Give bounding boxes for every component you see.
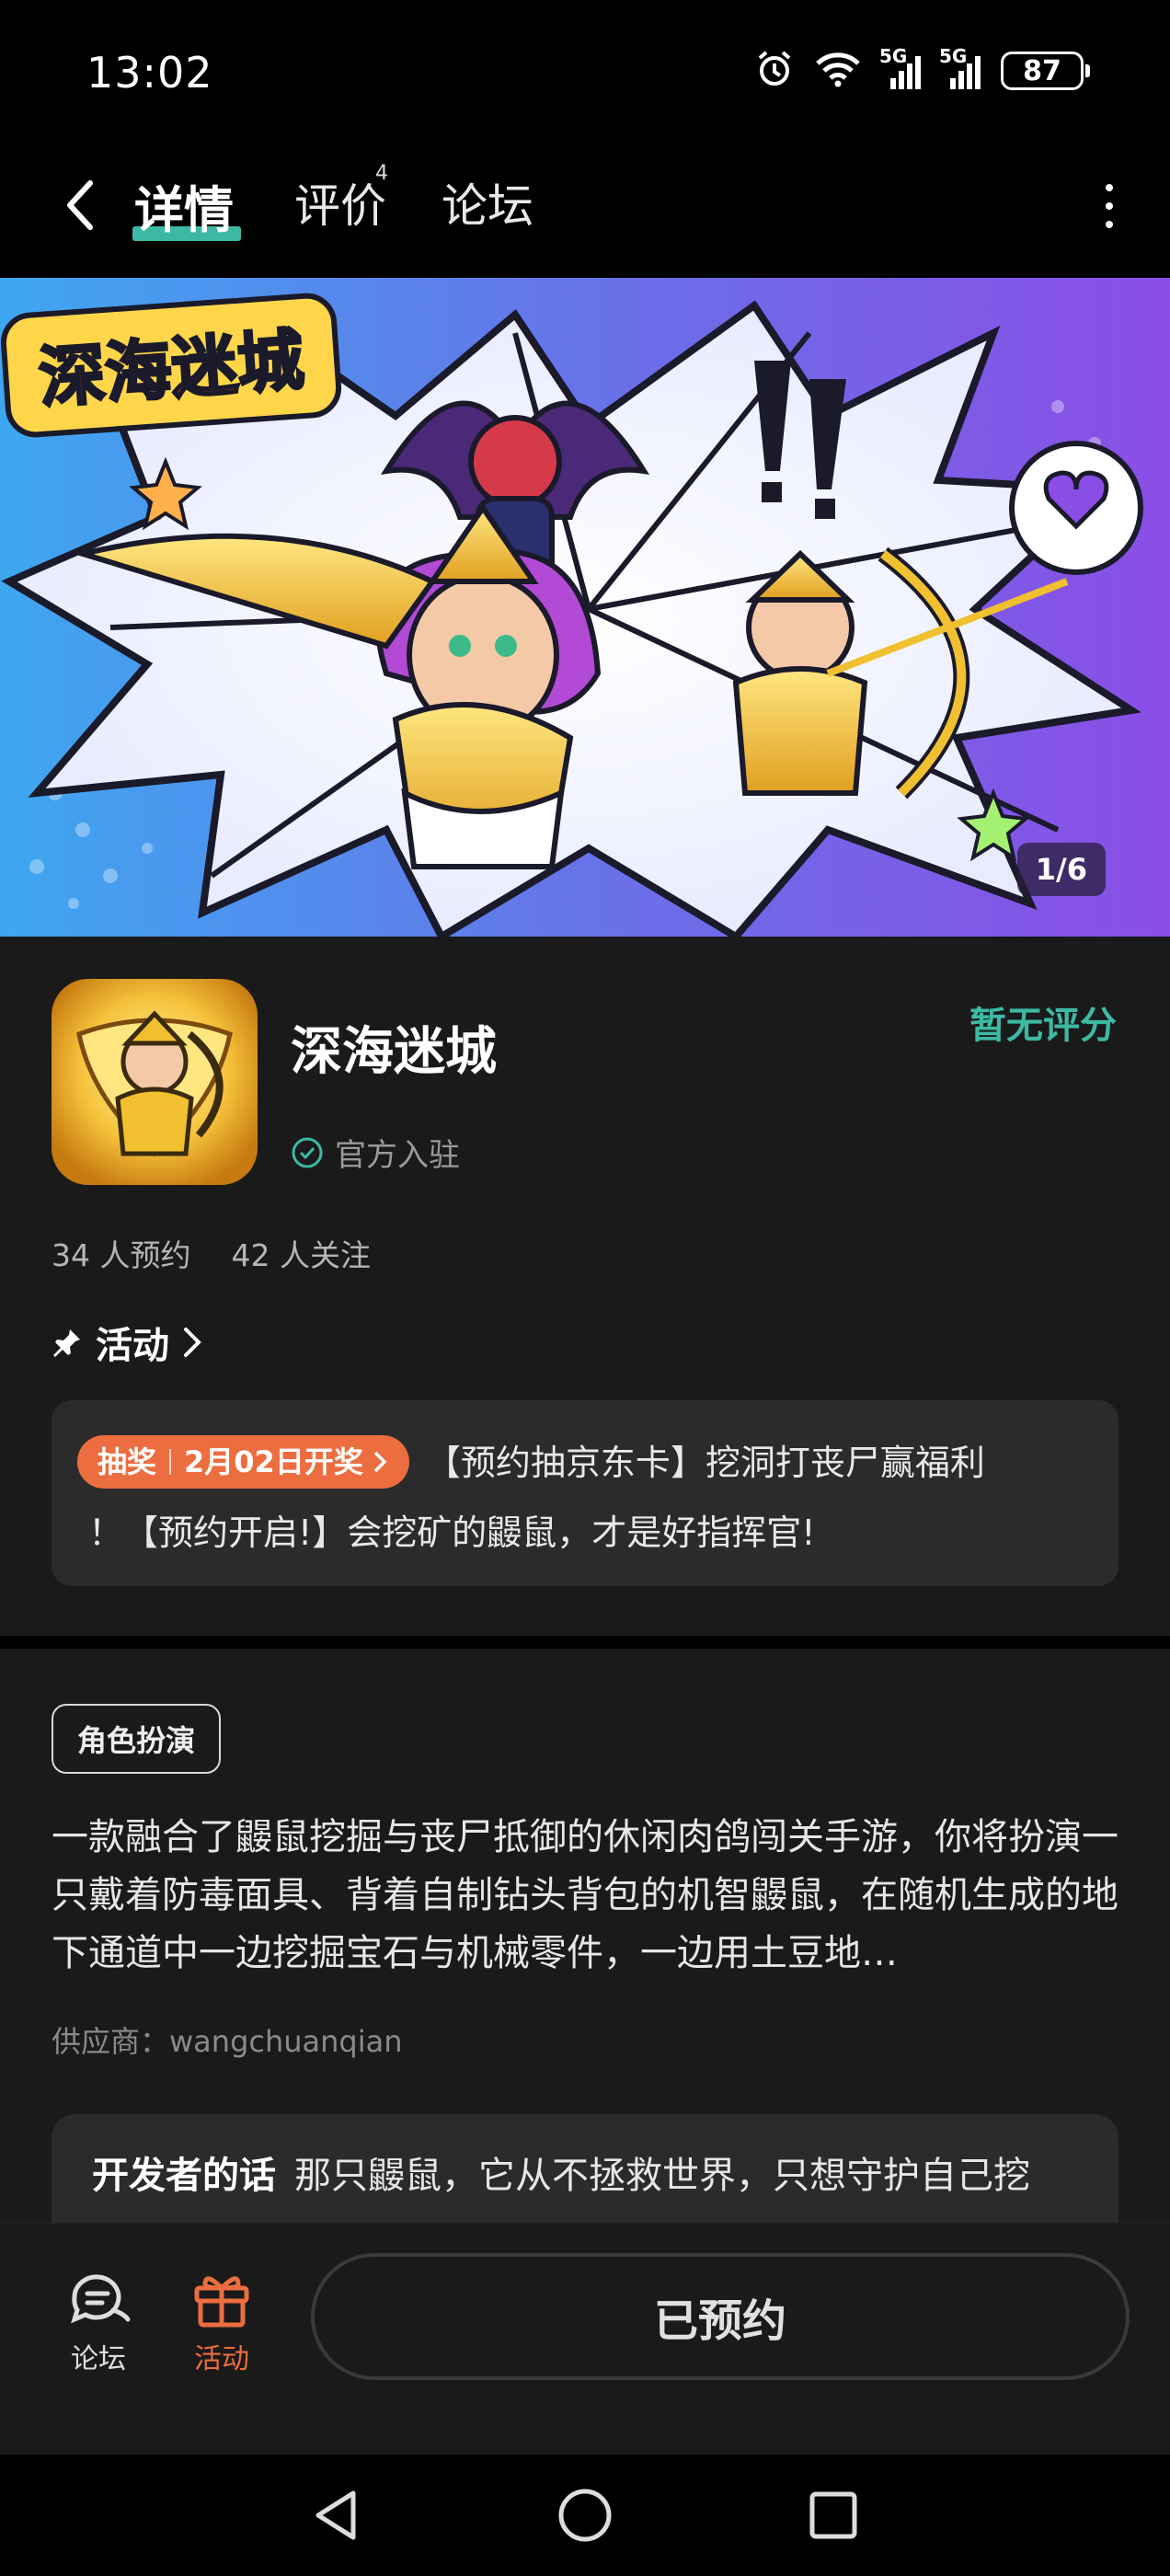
verified-check-icon bbox=[292, 1137, 323, 1167]
tab-forum[interactable]: 论坛 bbox=[442, 169, 533, 236]
reviews-count-badge: 4 bbox=[375, 162, 388, 185]
activity-title-2: ！【预约开启!】会挖矿的鼹鼠，才是好指挥官! bbox=[88, 1512, 816, 1553]
system-recents-button[interactable] bbox=[797, 2486, 870, 2545]
app-stats: 34 人预约 42 人关注 bbox=[52, 1231, 371, 1275]
banner-logo: 深海迷城 bbox=[0, 293, 342, 438]
reservation-count: 34 人预约 bbox=[52, 1237, 191, 1273]
rating-text[interactable]: 暂无评分 bbox=[969, 995, 1117, 1049]
bottom-activity-button[interactable]: 活动 bbox=[171, 2270, 272, 2376]
signal-icon: 5G bbox=[879, 45, 921, 89]
chevron-right-icon bbox=[184, 1328, 201, 1357]
wifi-icon bbox=[815, 51, 861, 91]
developer-note-label: 开发者的话 bbox=[92, 2155, 276, 2197]
tab-details[interactable]: 详情 bbox=[134, 169, 234, 242]
app-name: 深海迷城 bbox=[291, 1022, 497, 1082]
game-description[interactable]: 一款融合了鼹鼠挖掘与丧尸抵御的休闲肉鸽闯关手游，你将扮演一只戴着防毒面具、背着自… bbox=[52, 1809, 1118, 1983]
back-arrow-icon bbox=[67, 180, 93, 230]
detail-content: 深海迷城 暂无评分 官方入驻 34 人预约 42 人关注 活动 抽奖 2月02日… bbox=[0, 937, 1170, 2223]
activity-title-1: 【预约抽京东卡】挖洞打丧尸赢福利 bbox=[425, 1443, 985, 1483]
bottom-forum-label: 论坛 bbox=[71, 2343, 126, 2375]
lottery-label: 抽奖 bbox=[98, 1443, 157, 1479]
system-home-button[interactable] bbox=[548, 2486, 622, 2545]
tab-reviews[interactable]: 评价 bbox=[294, 169, 386, 236]
carousel-counter: 1/6 bbox=[1016, 843, 1106, 896]
system-navigation-bar bbox=[0, 2455, 1170, 2576]
official-badge: 官方入驻 bbox=[291, 1130, 460, 1175]
alarm-icon bbox=[754, 49, 795, 93]
status-time: 13:02 bbox=[86, 48, 213, 98]
banner-artwork: 深海迷城 bbox=[0, 278, 1170, 937]
activity-heading: 活动 bbox=[96, 1325, 169, 1367]
activity-line-1: 抽奖 2月02日开奖 【预约抽京东卡】挖洞打丧尸赢福利 bbox=[77, 1428, 1093, 1498]
status-icons: 5G 5G 87 bbox=[754, 45, 1090, 93]
genre-tag[interactable]: 角色扮演 bbox=[52, 1704, 222, 1774]
bottom-activity-label: 活动 bbox=[194, 2343, 249, 2375]
signal-icon-2: 5G bbox=[939, 45, 981, 89]
follower-count: 42 人关注 bbox=[231, 1237, 371, 1273]
developer-note-text: 那只鼹鼠，它从不拯救世界，只想守护自己挖 bbox=[294, 2155, 1030, 2197]
bottom-action-bar: 论坛 活动 已预约 bbox=[0, 2223, 1170, 2455]
app-icon bbox=[52, 979, 258, 1185]
official-label: 官方入驻 bbox=[335, 1137, 460, 1174]
bottom-forum-button[interactable]: 论坛 bbox=[48, 2270, 149, 2376]
network-label: 5G bbox=[879, 45, 908, 67]
banner-carousel[interactable]: 深海迷城 1/6 bbox=[0, 278, 1170, 937]
pin-icon bbox=[53, 1329, 80, 1357]
chevron-right-icon bbox=[373, 1451, 387, 1472]
forum-icon bbox=[71, 2274, 131, 2324]
section-divider bbox=[0, 1636, 1170, 1649]
reserved-button[interactable]: 已预约 bbox=[311, 2253, 1130, 2380]
square-recents-icon bbox=[809, 2491, 857, 2539]
system-back-button[interactable] bbox=[300, 2486, 373, 2545]
lottery-badge[interactable]: 抽奖 2月02日开奖 bbox=[77, 1434, 409, 1489]
triangle-back-icon bbox=[315, 2490, 356, 2540]
activity-card[interactable]: 抽奖 2月02日开奖 【预约抽京东卡】挖洞打丧尸赢福利 ！【预约开启!】会挖矿的… bbox=[52, 1400, 1118, 1586]
activity-section-header[interactable]: 活动 bbox=[52, 1316, 202, 1369]
status-bar: 13:02 5G 5G 87 bbox=[0, 0, 1170, 138]
lottery-date: 2月02日开奖 bbox=[184, 1443, 363, 1479]
network-label-2: 5G bbox=[939, 45, 968, 67]
gift-icon bbox=[194, 2276, 249, 2328]
circle-home-icon bbox=[558, 2489, 612, 2542]
developer-note-card[interactable]: 开发者的话 那只鼹鼠，它从不拯救世界，只想守护自己挖 bbox=[52, 2114, 1118, 2223]
battery-icon: 87 bbox=[1001, 52, 1090, 90]
supplier-text: 供应商：wangchuanqian bbox=[52, 2024, 403, 2059]
more-vertical-icon[interactable] bbox=[1091, 178, 1128, 234]
top-nav: 详情 评价 4 论坛 bbox=[0, 138, 1170, 278]
back-button[interactable] bbox=[52, 173, 107, 237]
lottery-separator bbox=[169, 1448, 172, 1475]
